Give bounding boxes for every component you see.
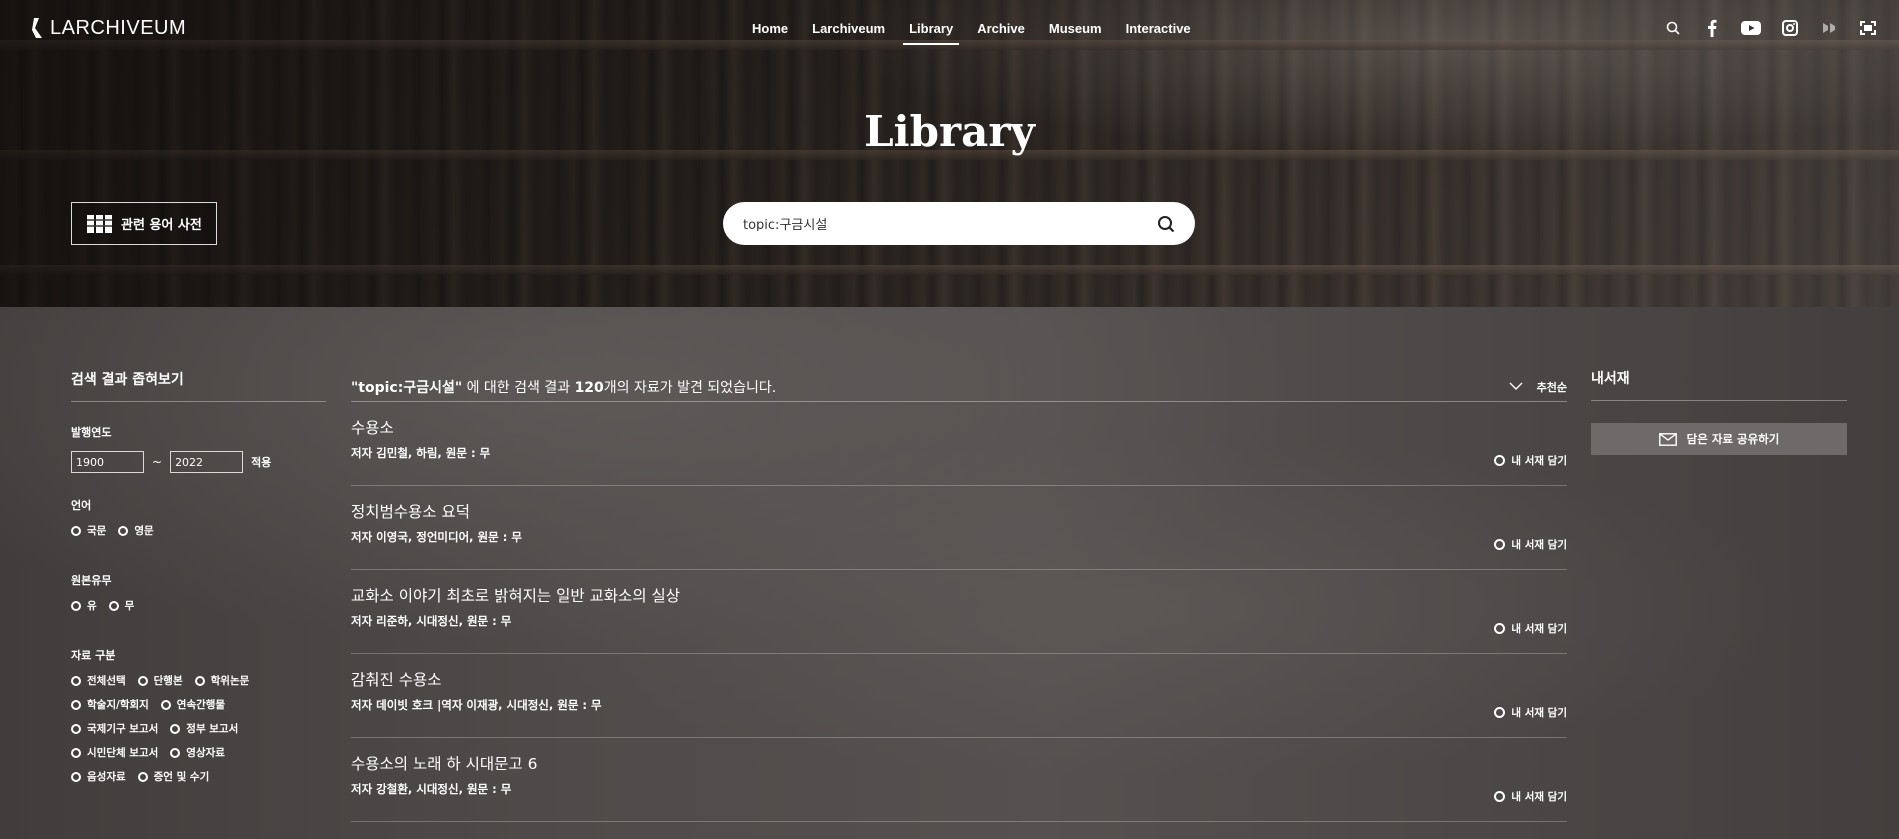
- nav-archive[interactable]: Archive: [965, 20, 1037, 44]
- search-submit-icon[interactable]: [1157, 215, 1175, 233]
- result-item: 정치범수용소 요덕 저자 이영국, 정언미디어, 원문 : 무 내 서재 담기: [351, 486, 1567, 570]
- radio-circle-icon: [1494, 623, 1506, 634]
- facebook-icon[interactable]: [1692, 16, 1731, 40]
- vr-icon[interactable]: [1809, 16, 1848, 40]
- sort-dropdown[interactable]: 추천순: [1509, 379, 1567, 395]
- search-input[interactable]: [743, 216, 1157, 231]
- language-label: 언어: [71, 499, 92, 512]
- radio-material-book[interactable]: 단행본: [137, 673, 183, 688]
- results-summary-pre: 에 대한 검색 결과: [462, 379, 575, 396]
- result-item: 수용소 저자 김민철, 하림, 원문 : 무 내 서재 담기: [351, 402, 1567, 486]
- chevron-down-icon: [1509, 382, 1523, 390]
- add-to-shelf-button[interactable]: 내 서재 담기: [1494, 789, 1567, 804]
- nav-larchiveum[interactable]: Larchiveum: [800, 20, 897, 44]
- year-to-input[interactable]: [170, 451, 244, 473]
- results-panel: "topic:구금시설" 에 대한 검색 결과 120개의 자료가 발견 되었습…: [351, 372, 1567, 822]
- nav-interactive[interactable]: Interactive: [1114, 20, 1203, 44]
- result-title[interactable]: 교화소 이야기 최초로 밝혀지는 일반 교화소의 실상: [351, 584, 680, 606]
- radio-material-intl-report[interactable]: 국제기구 보고서: [71, 721, 158, 736]
- results-query: "topic:구금시설": [351, 379, 463, 396]
- result-item: 교화소 이야기 최초로 밝혀지는 일반 교화소의 실상 저자 리준하, 시대정신…: [351, 570, 1567, 654]
- instagram-icon[interactable]: [1770, 16, 1809, 40]
- fullscreen-icon[interactable]: [1848, 16, 1887, 40]
- radio-material-audio[interactable]: 음성자료: [71, 769, 126, 784]
- radio-material-thesis[interactable]: 학위논문: [194, 673, 249, 688]
- year-separator: ~: [152, 455, 163, 469]
- year-apply-button[interactable]: 적용: [251, 454, 271, 470]
- search-icon[interactable]: [1653, 16, 1692, 40]
- page-title: Library: [864, 107, 1035, 156]
- results-count: 120: [574, 379, 604, 396]
- share-button-label: 담은 자료 공유하기: [1686, 432, 1780, 446]
- result-title[interactable]: 감춰진 수용소: [351, 668, 442, 690]
- search-bar: [723, 202, 1195, 245]
- filter-panel: 검색 결과 좁혀보기 발행연도 ~ 적용 언어 국문 영문 원본유무 유 무 자…: [71, 369, 326, 784]
- filter-heading: 검색 결과 좁혀보기: [71, 369, 326, 402]
- year-label: 발행연도: [71, 426, 112, 439]
- radio-circle-icon: [1494, 539, 1506, 550]
- result-item: 감춰진 수용소 저자 데이빗 호크 |역자 이재광, 시대정신, 원문 : 무 …: [351, 654, 1567, 738]
- main-nav: Home Larchiveum Library Archive Museum I…: [740, 20, 1203, 45]
- add-to-shelf-button[interactable]: 내 서재 담기: [1494, 705, 1567, 720]
- radio-circle-icon: [1494, 455, 1506, 466]
- dictionary-button[interactable]: 관련 용어 사전: [71, 202, 217, 245]
- result-item: 수용소의 노래 하 시대문고 6 저자 강철환, 시대정신, 원문 : 무 내 …: [351, 738, 1567, 822]
- results-summary-post: 개의 자료가 발견 되었습니다.: [603, 379, 777, 396]
- radio-material-all[interactable]: 전체선택: [71, 673, 126, 688]
- logo-mark-icon: [32, 18, 42, 38]
- result-meta: 저자 강철환, 시대정신, 원문 : 무: [351, 782, 512, 796]
- youtube-icon[interactable]: [1731, 16, 1770, 40]
- result-meta: 저자 김민철, 하림, 원문 : 무: [351, 446, 491, 460]
- radio-circle-icon: [1494, 791, 1506, 802]
- dictionary-button-label: 관련 용어 사전: [121, 218, 202, 233]
- add-to-shelf-button[interactable]: 내 서재 담기: [1494, 453, 1567, 468]
- share-button[interactable]: 담은 자료 공유하기: [1591, 423, 1847, 455]
- radio-circle-icon: [1494, 707, 1506, 718]
- original-label: 원본유무: [71, 574, 112, 587]
- logo[interactable]: LARCHIVEUM: [30, 16, 186, 40]
- results-summary: "topic:구금시설" 에 대한 검색 결과 120개의 자료가 발견 되었습…: [351, 372, 1567, 402]
- radio-material-ngo-report[interactable]: 시민단체 보고서: [71, 745, 158, 760]
- logo-text: LARCHIVEUM: [50, 16, 187, 39]
- result-meta: 저자 데이빗 호크 |역자 이재광, 시대정신, 원문 : 무: [351, 698, 602, 712]
- radio-material-serial[interactable]: 연속간행물: [160, 697, 225, 712]
- bookshelf-heading: 내서재: [1591, 368, 1847, 401]
- header-icons: [1653, 16, 1887, 40]
- result-title[interactable]: 수용소: [351, 416, 394, 438]
- result-title[interactable]: 정치범수용소 요덕: [351, 500, 470, 522]
- year-from-input[interactable]: [71, 451, 144, 473]
- radio-material-testimony[interactable]: 증언 및 수기: [137, 769, 209, 784]
- nav-library[interactable]: Library: [897, 20, 965, 45]
- result-meta: 저자 이영국, 정언미디어, 원문 : 무: [351, 530, 522, 544]
- material-label: 자료 구분: [71, 649, 116, 662]
- add-to-shelf-button[interactable]: 내 서재 담기: [1494, 621, 1567, 636]
- nav-museum[interactable]: Museum: [1037, 20, 1114, 44]
- mail-icon: [1658, 432, 1677, 446]
- add-to-shelf-button[interactable]: 내 서재 담기: [1494, 537, 1567, 552]
- radio-material-gov-report[interactable]: 정부 보고서: [170, 721, 238, 736]
- result-title[interactable]: 수용소의 노래 하 시대문고 6: [351, 752, 537, 774]
- radio-material-video[interactable]: 영상자료: [170, 745, 225, 760]
- radio-original-no[interactable]: 무: [108, 598, 134, 613]
- radio-material-journal[interactable]: 학술지/학회지: [71, 697, 149, 712]
- books-icon: [87, 214, 112, 233]
- bookshelf-panel: 내서재 담은 자료 공유하기: [1591, 368, 1847, 455]
- sort-label: 추천순: [1536, 380, 1567, 394]
- result-meta: 저자 리준하, 시대정신, 원문 : 무: [351, 614, 512, 628]
- radio-original-yes[interactable]: 유: [71, 598, 97, 613]
- radio-language-english[interactable]: 영문: [118, 523, 154, 538]
- radio-language-korean[interactable]: 국문: [71, 523, 106, 538]
- nav-home[interactable]: Home: [740, 20, 800, 44]
